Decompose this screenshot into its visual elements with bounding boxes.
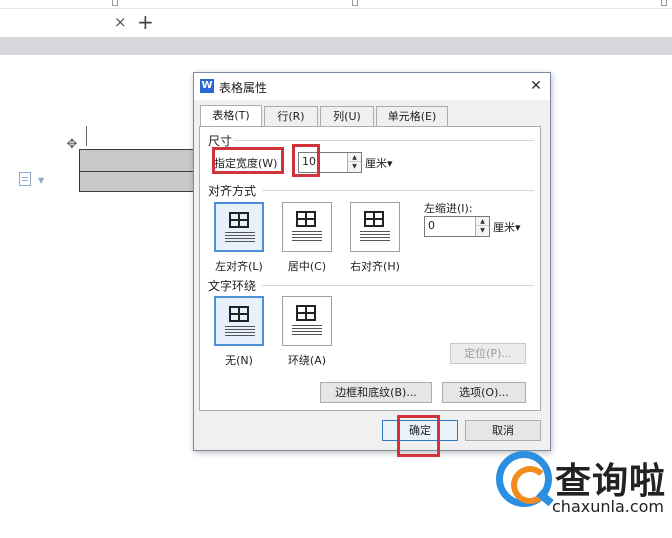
group-launcher-icon[interactable] — [112, 0, 118, 6]
chevron-down-icon[interactable]: ▼ — [38, 176, 44, 185]
highlight-box — [397, 415, 440, 457]
align-left-option[interactable] — [214, 202, 264, 252]
position-button[interactable]: 定位(P)... — [450, 343, 526, 364]
align-center-label: 居中(C) — [287, 260, 327, 273]
align-right-label: 右对齐(H) — [350, 260, 400, 273]
document-tab[interactable] — [0, 9, 132, 37]
spin-down-icon[interactable]: ▼ — [348, 162, 361, 171]
width-unit-dropdown[interactable]: 厘米▾ — [365, 155, 393, 171]
align-left-label: 左对齐(L) — [215, 260, 263, 273]
new-tab-icon[interactable]: + — [137, 11, 154, 33]
options-button[interactable]: 选项(O)... — [442, 382, 526, 403]
wrap-none-icon — [229, 306, 249, 322]
section-divider — [262, 190, 534, 191]
borders-shading-button[interactable]: 边框和底纹(B)... — [320, 382, 432, 403]
align-left-icon — [229, 212, 249, 228]
indent-unit-dropdown[interactable]: 厘米▾ — [493, 219, 521, 235]
ruler-bar — [0, 37, 672, 55]
section-divider — [262, 285, 534, 286]
group-launcher-icon[interactable] — [661, 0, 667, 6]
tab-row[interactable]: 行(R) — [264, 106, 318, 127]
align-center-option[interactable] — [282, 202, 332, 252]
cancel-button[interactable]: 取消 — [465, 420, 541, 441]
dialog-titlebar: W 表格属性 ✕ — [194, 73, 550, 100]
left-indent-value[interactable]: 0 — [428, 219, 435, 232]
table-properties-dialog: W 表格属性 ✕ 表格(T) 行(R) 列(U) 单元格(E) 尺寸 指定宽度(… — [193, 72, 551, 451]
wrapping-section-label: 文字环绕 — [208, 277, 259, 294]
tab-table[interactable]: 表格(T) — [200, 105, 262, 127]
left-indent-label: 左缩进(I): — [424, 202, 473, 215]
highlight-box — [212, 147, 284, 174]
align-right-option[interactable] — [350, 202, 400, 252]
document-table[interactable] — [79, 149, 197, 192]
spin-up-icon[interactable]: ▲ — [476, 217, 489, 226]
table-move-handle-icon[interactable]: ✥ — [64, 137, 80, 153]
top-toolbar-strip — [0, 0, 672, 9]
document-icon[interactable] — [19, 172, 31, 186]
wrap-none-option[interactable] — [214, 296, 264, 346]
alignment-section-label: 对齐方式 — [208, 182, 259, 199]
align-right-icon — [364, 211, 384, 227]
tab-column[interactable]: 列(U) — [320, 106, 374, 127]
highlight-box — [292, 144, 320, 177]
spin-up-icon[interactable]: ▲ — [348, 153, 361, 162]
section-divider — [234, 140, 534, 141]
tab-cell[interactable]: 单元格(E) — [376, 106, 448, 127]
close-icon[interactable]: ✕ — [527, 77, 545, 95]
align-center-icon — [296, 211, 316, 227]
tab-close-icon[interactable]: × — [114, 13, 128, 31]
dialog-title: 表格属性 — [219, 81, 268, 95]
text-cursor — [86, 126, 87, 146]
wrap-none-label: 无(N) — [225, 354, 253, 367]
wrap-around-label: 环绕(A) — [287, 354, 327, 367]
left-indent-spinner[interactable]: 0 ▲ ▼ — [424, 216, 490, 237]
wrap-around-icon — [296, 305, 316, 321]
wps-app-icon: W — [200, 79, 214, 93]
watermark-url: chaxunla.com — [552, 497, 664, 516]
wrap-around-option[interactable] — [282, 296, 332, 346]
group-launcher-icon[interactable] — [352, 0, 358, 6]
spin-down-icon[interactable]: ▼ — [476, 226, 489, 235]
